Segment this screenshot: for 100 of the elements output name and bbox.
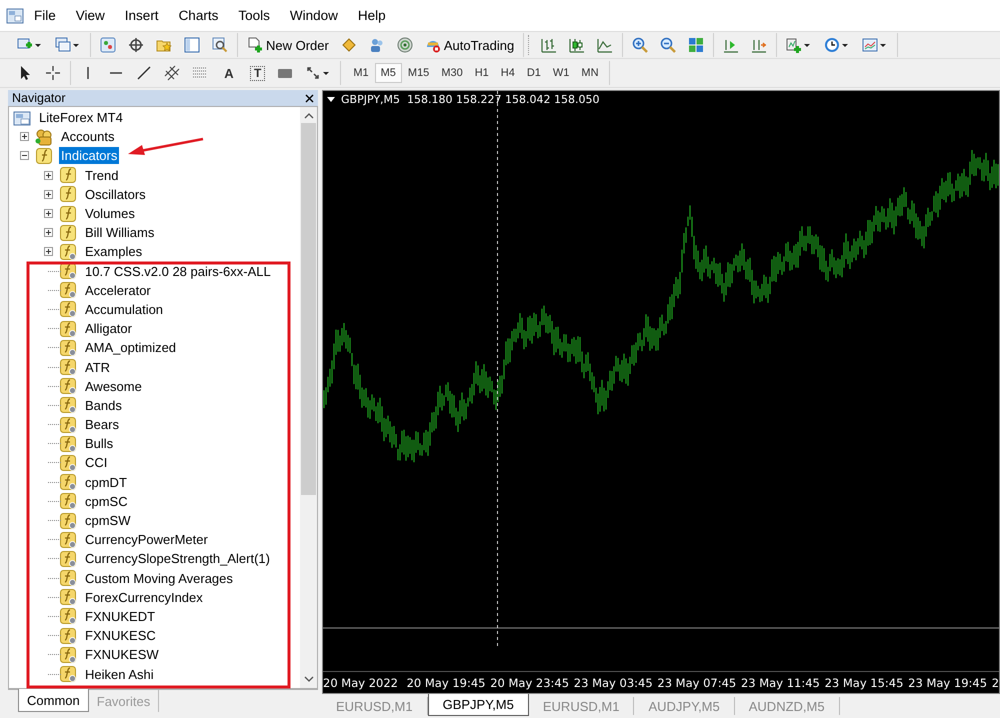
tree-item[interactable]: Accumulation [83, 300, 166, 318]
tree-item[interactable]: FXNUKEDT [83, 608, 158, 625]
line-chart-icon[interactable] [597, 37, 614, 53]
template-icon[interactable] [862, 37, 878, 53]
expand-icon[interactable] [44, 190, 52, 199]
expand-icon[interactable] [44, 209, 52, 218]
tree-item[interactable]: CurrencySlopeStrength_Alert(1) [83, 550, 272, 568]
trend-line-icon[interactable] [136, 65, 152, 81]
timeframe-button[interactable]: M30 [435, 63, 469, 83]
caret-icon[interactable] [842, 44, 848, 46]
tree-item[interactable]: CCI [83, 454, 110, 472]
tree-item[interactable]: 10.7 CSS.v2.0 28 pairs-6xx-ALL [83, 262, 273, 280]
timeframe-button[interactable]: D1 [520, 63, 547, 83]
tree-item[interactable]: Alligator [83, 320, 134, 338]
target-icon[interactable] [128, 37, 144, 53]
tree-item[interactable]: Custom Moving Averages [83, 570, 235, 587]
tree-item[interactable]: Oscillators [83, 186, 148, 203]
close-icon[interactable] [305, 94, 314, 102]
caret-icon[interactable] [880, 44, 886, 46]
channel-icon[interactable] [164, 65, 180, 81]
people-icon[interactable] [368, 37, 385, 53]
magnifier-chart-icon[interactable] [212, 37, 228, 53]
tree-item[interactable]: Examples [83, 243, 144, 260]
tree-item[interactable]: cpmSW [83, 512, 132, 530]
timeframe-button[interactable]: H1 [468, 63, 495, 83]
zoom-out-icon[interactable] [660, 37, 676, 53]
menu-item[interactable]: Help [348, 8, 396, 23]
tree-item[interactable]: Bill Williams [83, 224, 156, 242]
tree-item[interactable]: Accounts [59, 128, 116, 146]
expand-icon[interactable] [44, 247, 52, 256]
document-plus-icon[interactable] [247, 37, 263, 53]
timeframe-button[interactable]: M1 [347, 63, 375, 83]
tree-item[interactable]: FXNUKESC [83, 627, 158, 644]
tree-item[interactable]: FXNUKESW [83, 646, 161, 664]
new-order-button[interactable]: New Order [242, 34, 334, 56]
auto-trading-button[interactable]: AutoTrading [420, 34, 520, 56]
tree-item[interactable]: cpmSC [83, 492, 130, 510]
market-watch-icon[interactable] [100, 37, 116, 53]
tree-item[interactable]: CurrencyPowerMeter [83, 531, 210, 548]
menu-item[interactable]: Insert [114, 8, 169, 23]
menu-item[interactable]: Window [280, 8, 348, 23]
tree-item[interactable]: Awesome [83, 378, 144, 395]
timeframe-button[interactable]: M5 [374, 63, 402, 83]
tree-item[interactable]: Bears [83, 416, 121, 434]
menu-item[interactable]: Tools [228, 8, 280, 23]
caret-icon[interactable] [323, 72, 330, 74]
tree-item[interactable]: Heiken Ashi [83, 666, 156, 683]
expand-icon[interactable] [20, 132, 28, 142]
tree-item[interactable]: LiteForex MT4 [37, 109, 125, 126]
tree-item[interactable]: Bulls [83, 435, 116, 452]
clock-icon[interactable] [824, 37, 840, 53]
tree-item[interactable]: AMA_optimized [83, 339, 178, 356]
app-window-icon[interactable] [6, 6, 24, 24]
bar-chart-icon[interactable] [541, 37, 558, 53]
caret-icon[interactable] [73, 44, 79, 46]
caret-icon[interactable] [35, 44, 41, 46]
timeframe-button[interactable]: MN [575, 63, 605, 83]
scroll-up-icon[interactable] [304, 113, 314, 119]
radar-icon[interactable] [396, 37, 413, 53]
scrollbar[interactable] [300, 107, 317, 688]
panel-icon[interactable] [184, 37, 200, 53]
crosshair-icon[interactable] [45, 65, 61, 81]
autoscroll-icon[interactable] [751, 37, 768, 53]
tree-item[interactable]: cpmDT [83, 474, 129, 491]
tree-item[interactable]: Bands [83, 396, 124, 414]
collapse-icon[interactable] [20, 151, 28, 160]
tiles-icon[interactable] [688, 37, 704, 53]
timeframe-button[interactable]: W1 [546, 63, 576, 83]
chart-tab[interactable]: GBPJPY,M5 [428, 694, 529, 716]
zoom-in-icon[interactable] [632, 37, 648, 53]
text-tool[interactable]: A [220, 66, 238, 80]
tree-item[interactable]: ForexCurrencyIndex [83, 588, 205, 606]
time-axis-label: 23 May 07:45 [657, 675, 738, 692]
expand-icon[interactable] [44, 228, 52, 238]
caret-icon[interactable] [804, 44, 810, 46]
text-label-tool[interactable]: T [250, 66, 266, 80]
candlestick-icon[interactable] [569, 37, 586, 53]
custom-function-folder-icon [59, 242, 77, 261]
tree-item[interactable]: Volumes [83, 205, 137, 222]
indicator-plus-icon[interactable] [786, 37, 802, 53]
tree-item[interactable]: Trend [83, 166, 120, 184]
chart-shift-icon[interactable] [723, 37, 740, 53]
menu-item[interactable]: Charts [168, 8, 228, 23]
menu-item[interactable]: View [66, 8, 115, 23]
tree-item[interactable]: Indicators [59, 147, 120, 164]
menu-item[interactable]: File [24, 8, 66, 23]
tree-item[interactable]: ATR [83, 358, 112, 376]
time-axis-label: 23 May 11:45 [740, 675, 821, 692]
scroll-down-icon[interactable] [304, 676, 314, 682]
dropdown-triangle-icon[interactable] [327, 97, 335, 102]
windows-icon[interactable] [55, 37, 71, 53]
arrows-icon[interactable] [305, 65, 322, 81]
timeframe-button[interactable]: M15 [402, 63, 436, 83]
timeframe-button[interactable]: H4 [494, 63, 521, 83]
custom-indicator-icon [59, 550, 77, 568]
expand-icon[interactable] [44, 170, 52, 180]
scrollbar-thumb[interactable] [301, 123, 316, 495]
diamond-icon[interactable] [340, 37, 357, 53]
panel-tab[interactable]: Common [18, 689, 89, 712]
tree-item[interactable]: Accelerator [83, 282, 153, 299]
